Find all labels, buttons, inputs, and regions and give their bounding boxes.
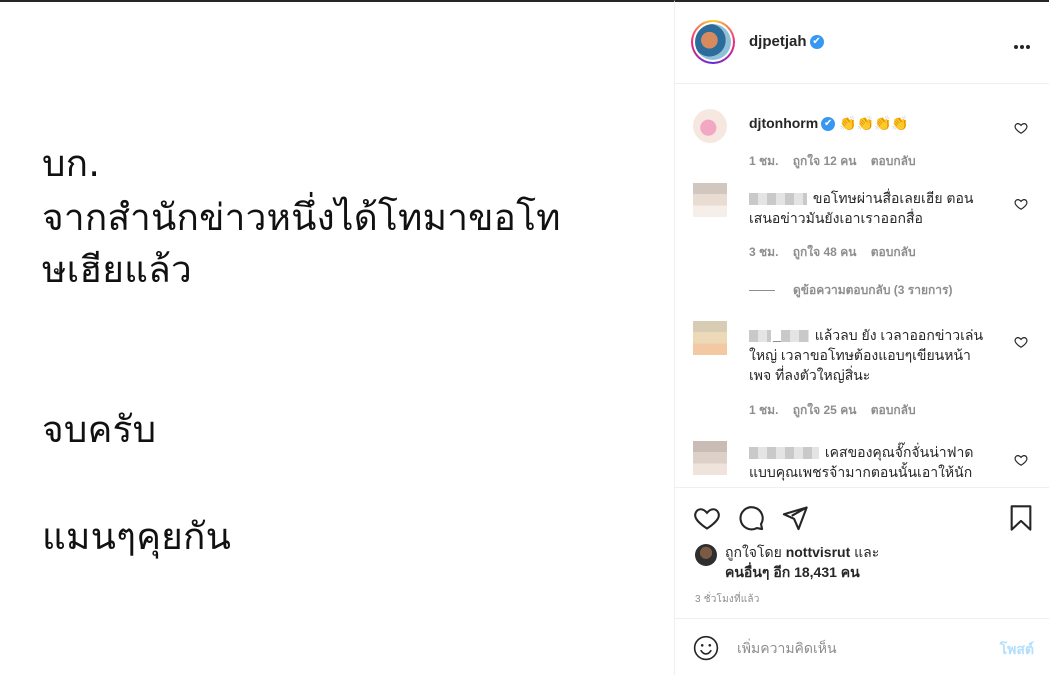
- blurred-username[interactable]: [749, 330, 771, 343]
- comment-bubble-icon[interactable]: [737, 504, 765, 532]
- comment-like-heart-icon[interactable]: [1014, 197, 1028, 211]
- comment-time[interactable]: 1 ชม.: [749, 403, 778, 417]
- author-username[interactable]: djpetjah ✔: [749, 33, 824, 50]
- more-options-icon[interactable]: [1014, 36, 1034, 49]
- commenter-avatar[interactable]: [693, 109, 727, 143]
- emoji-smile-icon[interactable]: [693, 635, 719, 661]
- reply-button[interactable]: ตอบกลับ: [871, 154, 916, 168]
- author-avatar[interactable]: [691, 20, 735, 64]
- comment-text: 👏👏👏👏: [839, 115, 909, 131]
- comment-time[interactable]: 1 ชม.: [749, 154, 778, 168]
- post-timestamp[interactable]: 3 ชั่วโมงที่แล้ว: [695, 592, 760, 607]
- comment-like-heart-icon[interactable]: [1014, 121, 1028, 135]
- post-text-line-2: จากสำนักข่าวหนึ่งได้โทมาขอโท: [42, 196, 561, 239]
- post-text-line-5: แมนๆคุยกัน: [42, 515, 232, 558]
- blurred-username[interactable]: [749, 193, 807, 206]
- heart-icon[interactable]: [693, 504, 721, 532]
- commenter-avatar[interactable]: [693, 321, 727, 355]
- post-header: djpetjah ✔: [675, 2, 1049, 84]
- add-comment-bar: โพสต์: [675, 618, 1049, 675]
- comment-likes[interactable]: ถูกใจ 48 คน: [793, 245, 857, 259]
- verified-badge-icon: ✔: [821, 117, 836, 132]
- comment-likes[interactable]: ถูกใจ 25 คน: [793, 403, 857, 417]
- comment-input[interactable]: [737, 636, 977, 660]
- post-comment-button[interactable]: โพสต์: [1000, 639, 1034, 661]
- verified-badge-icon: ✔: [809, 35, 824, 50]
- post-text-line-1: บก.: [42, 142, 101, 185]
- blurred-username[interactable]: [749, 447, 819, 460]
- post-text-line-4: จบครับ: [42, 408, 157, 451]
- commenter-username[interactable]: djtonhorm: [749, 115, 818, 131]
- view-replies-link[interactable]: ดูข้อความตอบกลับ (3 รายการ): [749, 281, 952, 300]
- comment-time[interactable]: 3 ชม.: [749, 245, 778, 259]
- liker-avatar[interactable]: [695, 544, 717, 566]
- comments-list[interactable]: djtonhorm ✔ 👏👏👏👏 1 ชม. ถูกใจ 12 คน ตอบกลั…: [675, 85, 1049, 487]
- comment-like-heart-icon[interactable]: [1014, 453, 1028, 467]
- reply-button[interactable]: ตอบกลับ: [871, 403, 916, 417]
- paper-plane-icon[interactable]: [781, 504, 809, 532]
- liker-username[interactable]: nottvisrut: [786, 544, 851, 560]
- comment-likes[interactable]: ถูกใจ 12 คน: [793, 154, 857, 168]
- bookmark-icon[interactable]: [1007, 504, 1035, 532]
- commenter-avatar[interactable]: [693, 183, 727, 217]
- post-text-line-3: ษเฮียแล้ว: [42, 248, 192, 291]
- comment-like-heart-icon[interactable]: [1014, 335, 1028, 349]
- reply-button[interactable]: ตอบกลับ: [871, 245, 916, 259]
- commenter-avatar[interactable]: [693, 441, 727, 475]
- post-image[interactable]: บก. จากสำนักข่าวหนึ่งได้โทมาขอโท ษเฮียแล…: [0, 0, 674, 675]
- likes-count[interactable]: คนอื่นๆ อีก 18,431 คน: [725, 564, 860, 580]
- post-side-panel: djpetjah ✔ djtonhorm ✔ 👏👏👏👏 1 ชม. ถูกใจ 12…: [674, 0, 1049, 675]
